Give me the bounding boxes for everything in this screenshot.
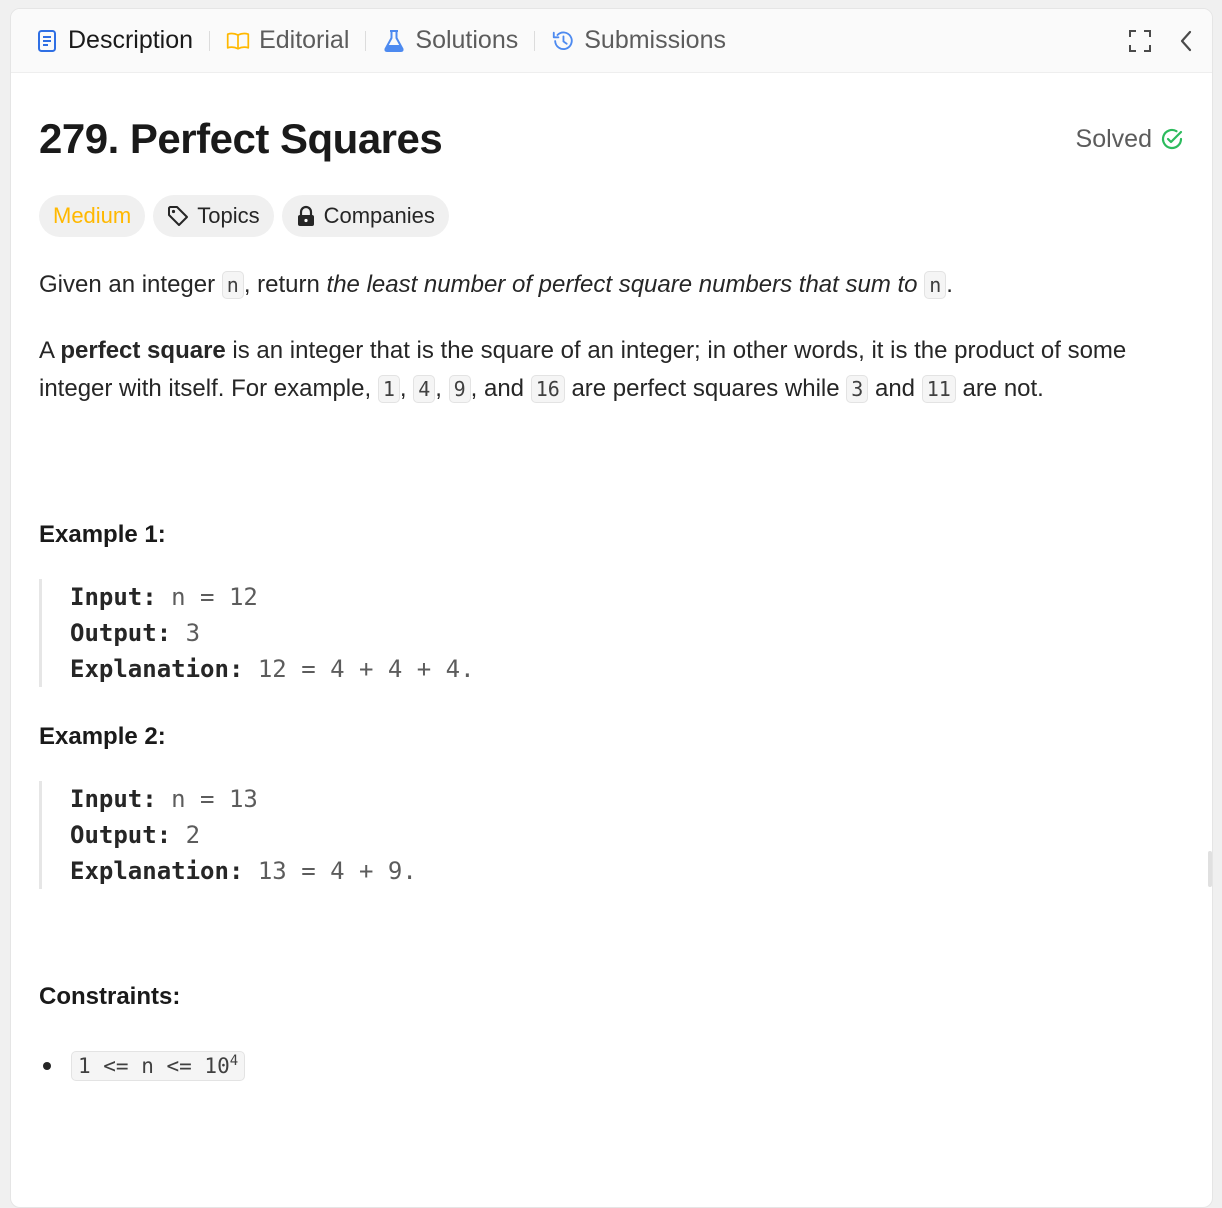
problem-tags: Medium Topics Companies [39,195,1184,237]
bullet [43,1062,51,1070]
constraints-list: 1 <= n <= 104 [43,1051,1184,1081]
tab-divider [209,30,211,51]
tag-icon [167,205,189,227]
constraints-title: Constraints: [39,983,181,1010]
tab-submissions[interactable]: Submissions [551,26,726,55]
tab-divider [534,30,536,51]
example-2-block: Input: n = 13 Output: 2 Explanation: 13 … [39,781,1184,889]
tab-label: Submissions [584,26,726,54]
tab-editorial[interactable]: Editorial [226,26,349,55]
tab-description[interactable]: Description [35,26,193,55]
constraint-code: 1 <= n <= 104 [71,1051,246,1081]
inline-code: 4 [413,375,436,403]
solved-label: Solved [1075,124,1152,153]
tab-label: Editorial [259,26,350,54]
problem-panel: Description Editorial Solutions Submissi… [10,8,1213,1208]
panel-actions [1128,9,1194,73]
problem-content: 279. Perfect Squares Solved Medium Topic… [11,115,1212,1081]
inline-code: n [924,271,947,299]
title-row: 279. Perfect Squares Solved [39,115,1184,163]
problem-title[interactable]: 279. Perfect Squares [39,115,443,163]
inline-code: n [221,271,244,299]
example-1-block: Input: n = 12 Output: 3 Explanation: 12 … [39,579,1184,687]
collapse-chevron-icon[interactable] [1178,29,1194,53]
difficulty-badge: Medium [39,195,146,237]
example-1-title: Example 1: [39,521,166,548]
flask-icon [382,29,406,53]
tab-label: Description [68,26,194,54]
list-item: 1 <= n <= 104 [43,1051,1184,1081]
history-icon [551,29,575,53]
solved-status: Solved [1076,125,1184,154]
lock-icon [296,205,316,227]
tab-label: Solutions [415,26,519,54]
inline-code: 11 [921,375,956,403]
inline-code: 1 [377,375,400,403]
book-icon [226,29,250,53]
topics-button[interactable]: Topics [153,195,274,237]
fullscreen-icon[interactable] [1128,29,1152,53]
topics-label: Topics [197,203,260,228]
companies-button[interactable]: Companies [281,195,449,237]
inline-code: 16 [530,375,565,403]
companies-label: Companies [323,203,435,228]
description-icon [35,29,59,53]
panel-resize-handle[interactable] [1208,851,1212,887]
tab-divider [365,30,367,51]
example-2-title: Example 2: [39,723,166,750]
tab-bar: Description Editorial Solutions Submissi… [11,9,1212,73]
inline-code: 9 [448,375,471,403]
inline-code: 3 [846,375,869,403]
perfect-square-definition: A perfect square is an integer that is t… [39,337,1127,403]
problem-intro: Given an integer n, return the least num… [39,271,953,299]
tab-solutions[interactable]: Solutions [382,26,518,55]
check-circle-icon [1160,127,1184,151]
